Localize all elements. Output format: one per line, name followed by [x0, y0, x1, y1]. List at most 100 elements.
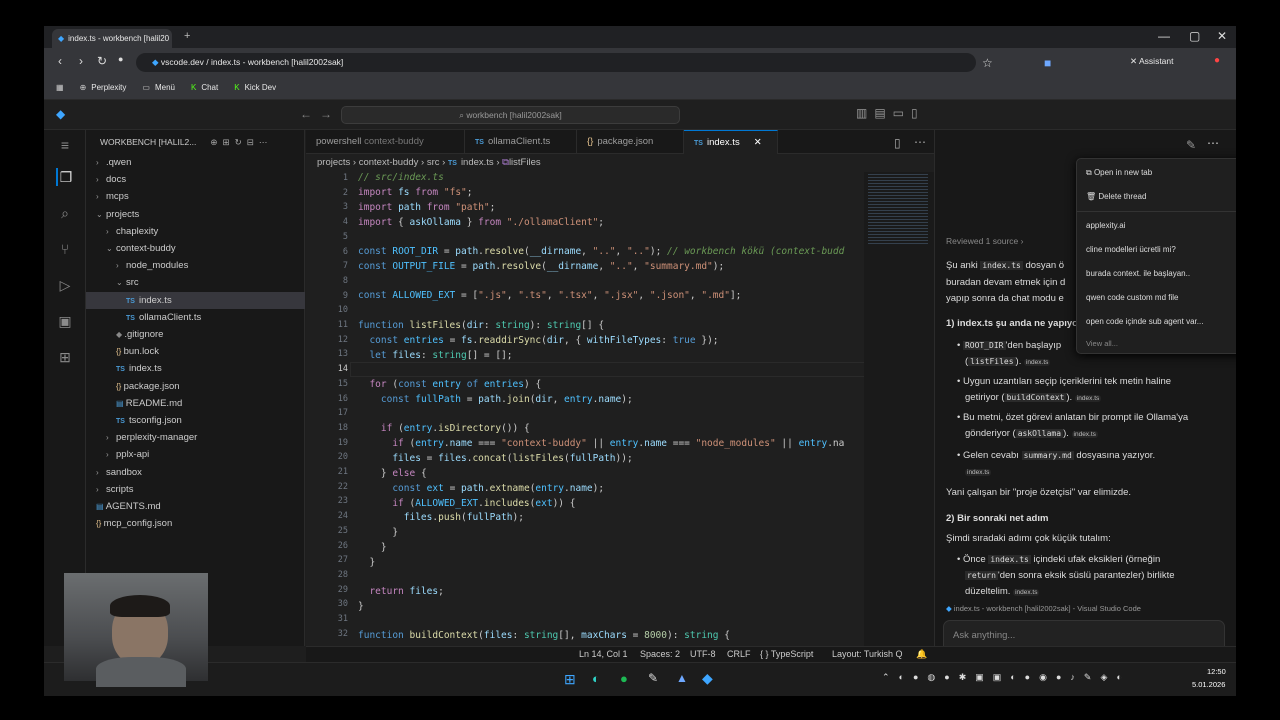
tree-file[interactable]: TS index.ts [86, 291, 305, 309]
url-field[interactable]: ◆ vscode.dev / index.ts - workbench [hal… [136, 53, 976, 72]
tree-file[interactable]: ▤ README.md [86, 395, 305, 412]
edge-icon[interactable]: ◐ [592, 671, 600, 686]
split-editor-icon[interactable]: ▯ [894, 136, 901, 150]
back-nav-icon[interactable]: ← [300, 107, 312, 121]
chat-bullet: • Uygun uzantıları seçip içeriklerini te… [957, 376, 1172, 387]
tray-icons[interactable]: ⌃◐●◍●✱▣▣◐●◉●♪✎◈◐ [882, 672, 1131, 683]
tree-item-label: context-buddy [116, 243, 176, 254]
tree-folder[interactable]: › pplx-api [86, 446, 305, 463]
menu-thread-item[interactable]: cline modelleri ücretli mi? [1086, 245, 1176, 254]
tree-folder[interactable]: › perplexity-manager [86, 429, 305, 446]
tree-folder[interactable]: ⌄ projects [86, 206, 305, 223]
search-icon[interactable]: ⌕ [56, 204, 74, 222]
tree-file[interactable]: {} package.json [86, 378, 305, 395]
bell-icon[interactable]: 🔔 [916, 649, 927, 660]
browser-tab[interactable]: ◆ index.ts - workbench [halil20 ✕ [52, 29, 172, 48]
explorer-icon[interactable]: ❐ [56, 168, 74, 186]
app-icon[interactable]: ▲ [676, 671, 688, 685]
tab-powershell[interactable]: powershell context-buddy [306, 130, 465, 154]
close-window-icon[interactable]: ✕ [1217, 29, 1227, 43]
tree-item-label: pplx-api [116, 449, 150, 461]
vscode-taskbar-icon[interactable]: ◆ [702, 670, 713, 687]
menu-view-all[interactable]: View all... [1086, 339, 1118, 348]
status-encoding[interactable]: UTF-8 [690, 649, 716, 659]
profile-icon[interactable]: ● [1214, 55, 1220, 66]
apps-icon[interactable]: ▦ [56, 83, 64, 92]
extension-icon[interactable]: ■ [1044, 56, 1051, 70]
context-chip[interactable]: ◆ index.ts - workbench [halil2002sak] - … [946, 604, 1141, 613]
tree-folder[interactable]: › mcps [86, 188, 305, 205]
tree-file[interactable]: {} bun.lock [86, 343, 305, 360]
bookmark-chat[interactable]: K Chat [191, 83, 218, 92]
tree-folder[interactable]: ⌄ context-buddy [86, 240, 305, 257]
code-editor[interactable]: 1 2 3 4 5 6 7 8 9 10 11 12 13 14 15 16 17 18 19 20 21 22 23 24 2… [306, 172, 866, 646]
more-options-icon[interactable]: ⋯ [1207, 136, 1219, 150]
tree-file[interactable]: TS index.ts [86, 360, 305, 377]
tree-item-label: AGENTS.md [105, 501, 161, 512]
notepad-icon[interactable]: ✎ [648, 671, 658, 685]
remote-explorer-icon[interactable]: ▣ [56, 312, 74, 330]
tree-file[interactable]: ▤ AGENTS.md [86, 498, 305, 515]
forward-nav-icon[interactable]: → [320, 107, 332, 121]
code-line: const entries = fs.readdirSync(dir, { wi… [369, 335, 719, 346]
start-icon[interactable]: ⊞ [564, 671, 576, 688]
spotify-icon[interactable]: ● [620, 671, 628, 686]
back-icon[interactable]: ‹ [58, 54, 62, 68]
tree-folder[interactable]: › sandbox [86, 464, 305, 481]
extensions-icon[interactable]: ⊞ [56, 348, 74, 366]
run-debug-icon[interactable]: ▷ [56, 276, 74, 294]
menu-thread-item[interactable]: qwen code custom md file [1086, 293, 1179, 302]
menu-icon[interactable]: ≡ [56, 136, 74, 154]
status-keyboard-layout[interactable]: Layout: Turkish Q [832, 649, 903, 659]
mic-icon[interactable]: ● [118, 54, 123, 64]
menu-delete-thread[interactable]: 🗑 Delete thread [1086, 192, 1146, 201]
minimap[interactable] [864, 172, 934, 646]
menu-thread-item[interactable]: burada context. ile başlayan.. [1086, 269, 1190, 278]
tree-folder[interactable]: › .qwen [86, 154, 305, 171]
tab-index-ts[interactable]: TS index.ts ✕ [684, 130, 778, 154]
tree-file[interactable]: {} mcp_config.json [86, 515, 305, 532]
star-icon[interactable]: ☆ [982, 56, 993, 70]
forward-icon[interactable]: › [79, 54, 83, 68]
minimize-icon[interactable]: — [1158, 29, 1170, 43]
status-language[interactable]: { } TypeScript [760, 649, 813, 659]
tree-folder[interactable]: ⌄ src [86, 274, 305, 291]
status-position[interactable]: Ln 14, Col 1 [579, 649, 628, 659]
tree-file[interactable]: TS ollamaClient.ts [86, 309, 305, 326]
assistant-button[interactable]: ✕ Assistant [1130, 56, 1174, 67]
chat-input[interactable]: Ask anything... [953, 630, 1015, 641]
clock-date[interactable]: 5.01.2026 [1192, 680, 1225, 689]
close-icon[interactable]: ✕ [754, 137, 762, 148]
tree-folder[interactable]: › scripts [86, 481, 305, 498]
edit-icon[interactable]: ✎ [1186, 138, 1196, 152]
tree-file[interactable]: ◆ .gitignore [86, 326, 305, 343]
code-line: if (entry.isDirectory()) { [380, 423, 530, 434]
tree-file[interactable]: TS tsconfig.json [86, 412, 305, 429]
explorer-actions[interactable]: ⊕⊞↻⊟⋯ [210, 137, 272, 147]
tree-folder[interactable]: › node_modules [86, 257, 305, 274]
reload-icon[interactable]: ↻ [97, 54, 107, 68]
command-center[interactable]: ⌕ workbench [halil2002sak] [341, 106, 680, 124]
status-indent[interactable]: Spaces: 2 [640, 649, 680, 659]
tree-folder[interactable]: › chaplexity [86, 223, 305, 240]
chat-input-box[interactable]: Ask anything... + ♪ ■ [943, 620, 1225, 646]
bookmark-perplexity[interactable]: ⊕ Perplexity [80, 83, 127, 92]
code-line: for (const entry of entries) { [369, 379, 542, 390]
reviewed-sources[interactable]: Reviewed 1 source › [946, 236, 1024, 246]
status-eol[interactable]: CRLF [727, 649, 751, 659]
tab-ollamaclient[interactable]: TS ollamaClient.ts [465, 130, 577, 154]
tree-folder[interactable]: › docs [86, 171, 305, 188]
clock-time[interactable]: 12:50 [1207, 667, 1226, 676]
layout-icons[interactable]: ▥▤▭▯ [856, 106, 925, 120]
new-tab-icon[interactable]: + [184, 30, 190, 42]
bookmark-menu[interactable]: ▭ Menü [142, 83, 175, 92]
tab-package-json[interactable]: {} package.json [577, 130, 684, 154]
tree-item-label: index.ts [128, 363, 162, 375]
bookmark-kick-dev[interactable]: K Kick Dev [234, 83, 276, 92]
menu-thread-item[interactable]: applexity.ai✓ [1086, 221, 1125, 230]
menu-thread-item[interactable]: open code içinde sub agent var... [1086, 317, 1203, 326]
maximize-icon[interactable]: ▢ [1189, 29, 1200, 43]
menu-open-new-tab[interactable]: ⧉ Open in new tab [1086, 168, 1152, 178]
more-actions-icon[interactable]: ⋯ [914, 135, 926, 149]
source-control-icon[interactable]: ⑂ [56, 240, 74, 258]
